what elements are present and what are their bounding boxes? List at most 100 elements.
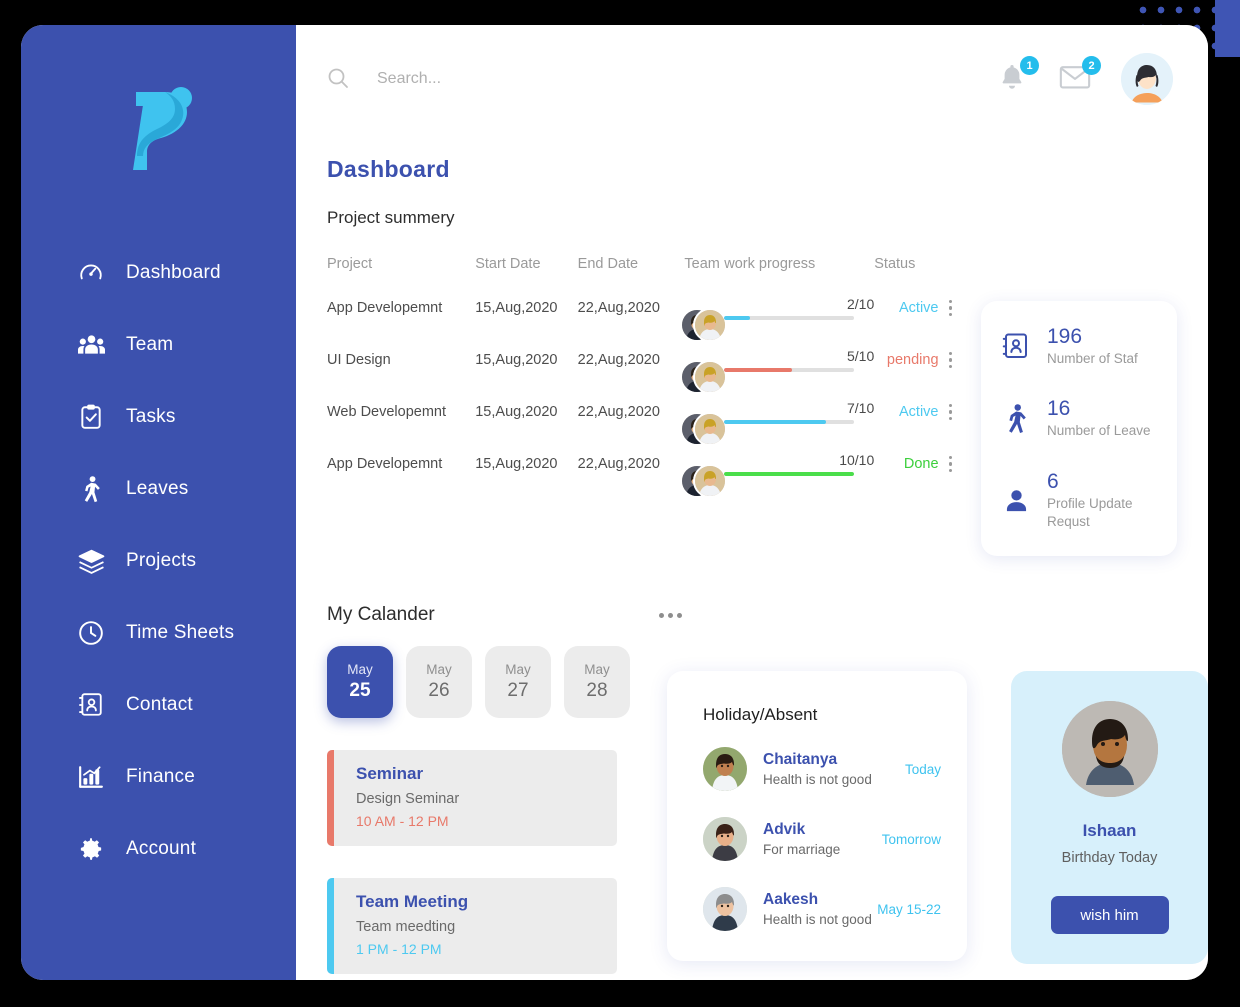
- date-tile-day: 26: [428, 680, 450, 702]
- date-tiles: May 25 May 26 May 27 May 28: [327, 646, 630, 719]
- sidebar-item-dashboard[interactable]: Dashboard: [21, 237, 296, 309]
- sidebar-item-account[interactable]: Account: [21, 813, 296, 885]
- team-member-avatar: [693, 464, 728, 498]
- absent-when: May 15-22: [877, 901, 941, 917]
- stat-value: 6: [1047, 469, 1059, 493]
- user-avatar[interactable]: [1121, 53, 1173, 105]
- date-tile[interactable]: May 26: [406, 646, 472, 719]
- cell-status: Active: [899, 404, 939, 420]
- absent-row[interactable]: Advik For marriage Tomorrow: [703, 817, 941, 862]
- absent-name: Chaitanya: [763, 751, 838, 769]
- absent-info: Advik For marriage: [763, 821, 882, 857]
- cell-start-date: 15,Aug,2020: [475, 404, 558, 420]
- sidebar-item-contact[interactable]: Contact: [21, 669, 296, 741]
- topbar: 1 2: [296, 25, 1208, 133]
- progress-value: 5/10: [847, 348, 875, 364]
- cell-actions: [939, 438, 956, 490]
- date-tile-day: 27: [507, 680, 529, 702]
- birthday-subtitle: Birthday Today: [1061, 850, 1158, 867]
- cell-team: [680, 334, 728, 394]
- stat-label: Profile Update Requst: [1047, 495, 1133, 529]
- sidebar-nav: Dashboard Team Tasks Leaves Projects Tim…: [21, 237, 296, 885]
- notifications-button[interactable]: 1: [997, 56, 1039, 96]
- progress-bar: [724, 368, 855, 372]
- row-more-options-icon[interactable]: [948, 351, 953, 369]
- row-more-options-icon[interactable]: [948, 299, 953, 317]
- birthday-card: Ishaan Birthday Today wish him: [1011, 671, 1208, 965]
- cell-start-date: 15,Aug,2020: [475, 456, 558, 472]
- holiday-absent-card: Holiday/Absent Chaitanya Health is not g…: [667, 671, 967, 962]
- stat-label: Number of Staf: [1047, 351, 1138, 367]
- layers-icon: [76, 546, 106, 576]
- progress-bar-fill: [724, 368, 792, 372]
- progress-value: 7/10: [847, 400, 875, 416]
- absent-name: Aakesh: [763, 891, 819, 909]
- sidebar-item-label: Team: [126, 334, 174, 355]
- table-row[interactable]: UI Design 15,Aug,2020 22,Aug,2020 5/10 p…: [327, 334, 956, 394]
- cell-status: Done: [903, 456, 939, 472]
- sidebar-item-label: Time Sheets: [126, 622, 235, 643]
- people-group-icon: [76, 330, 106, 360]
- event-card[interactable]: Team Meeting Team meedting 1 PM - 12 PM: [327, 878, 617, 975]
- team-member-avatar: [693, 360, 728, 394]
- date-tile[interactable]: May 27: [485, 646, 551, 719]
- sidebar-item-leaves[interactable]: Leaves: [21, 453, 296, 525]
- gear-icon: [76, 834, 106, 864]
- bar-chart-icon: [76, 762, 106, 792]
- cell-team: [680, 282, 728, 342]
- app-logo[interactable]: [21, 25, 296, 237]
- cell-project-name[interactable]: App Developemnt: [327, 438, 475, 490]
- user-icon: [999, 487, 1033, 515]
- absent-reason: Health is not good: [763, 772, 872, 788]
- sidebar-item-projects[interactable]: Projects: [21, 525, 296, 597]
- sidebar-item-team[interactable]: Team: [21, 309, 296, 381]
- table-row[interactable]: App Developemnt 15,Aug,2020 22,Aug,2020 …: [327, 282, 956, 342]
- absent-row[interactable]: Chaitanya Health is not good Today: [703, 747, 941, 792]
- row-more-options-icon[interactable]: [948, 455, 953, 473]
- stat-value: 196: [1047, 325, 1083, 348]
- cell-project-name[interactable]: App Developemnt: [327, 282, 475, 334]
- sidebar-item-finance[interactable]: Finance: [21, 741, 296, 813]
- row-more-options-icon[interactable]: [948, 403, 953, 421]
- table-row[interactable]: App Developemnt 15,Aug,2020 22,Aug,2020 …: [327, 438, 956, 498]
- calendar-more-options-icon[interactable]: [658, 612, 682, 618]
- date-tile[interactable]: May 25: [327, 646, 393, 719]
- table-header-row: Project Start Date End Date Team work pr…: [327, 256, 956, 282]
- date-tile[interactable]: May 28: [564, 646, 630, 719]
- event-color-bar: [327, 878, 334, 975]
- stat-number-of-staff: 196 Number of Staf: [999, 325, 1159, 368]
- event-time: 10 AM - 12 PM: [356, 813, 449, 830]
- table-row[interactable]: Web Developemnt 15,Aug,2020 22,Aug,2020 …: [327, 386, 956, 446]
- absent-info: Chaitanya Health is not good: [763, 751, 905, 787]
- progress-bar-fill: [724, 420, 826, 424]
- cell-project-name[interactable]: Web Developemnt: [327, 386, 475, 438]
- mail-badge: 2: [1082, 56, 1101, 75]
- cell-actions: [939, 386, 956, 438]
- absent-row[interactable]: Aakesh Health is not good May 15-22: [703, 887, 941, 932]
- stat-label: Number of Leave: [1047, 423, 1151, 439]
- cell-work-progress: 7/10: [724, 386, 874, 438]
- absent-avatar: [703, 887, 747, 932]
- messages-button[interactable]: 2: [1059, 56, 1101, 96]
- wish-him-button[interactable]: wish him: [1050, 896, 1169, 935]
- birthday-avatar: [1061, 701, 1158, 798]
- page-title: Dashboard: [327, 156, 450, 182]
- sidebar-item-tasks[interactable]: Tasks: [21, 381, 296, 453]
- stat-value: 16: [1047, 397, 1071, 421]
- absent-when: Tomorrow: [881, 831, 941, 847]
- event-card[interactable]: Seminar Design Seminar 10 AM - 12 PM: [327, 750, 617, 847]
- project-table-wrap: Project Start Date End Date Team work pr…: [296, 228, 956, 498]
- date-tile-month: May: [505, 662, 531, 678]
- search-box[interactable]: [326, 66, 997, 92]
- project-table: Project Start Date End Date Team work pr…: [327, 256, 956, 498]
- sidebar-item-label: Leaves: [126, 478, 189, 499]
- sidebar-item-time-sheets[interactable]: Time Sheets: [21, 597, 296, 669]
- stat-number-of-leave: 16 Number of Leave: [999, 398, 1159, 440]
- col-header-team: Team: [684, 256, 720, 272]
- team-member-avatar: [693, 308, 728, 342]
- event-list: Seminar Design Seminar 10 AM - 12 PM Tea…: [327, 750, 630, 975]
- date-tile-month: May: [347, 662, 373, 678]
- cell-project-name[interactable]: UI Design: [327, 334, 475, 386]
- search-input[interactable]: [377, 70, 697, 88]
- absent-avatar: [703, 747, 747, 792]
